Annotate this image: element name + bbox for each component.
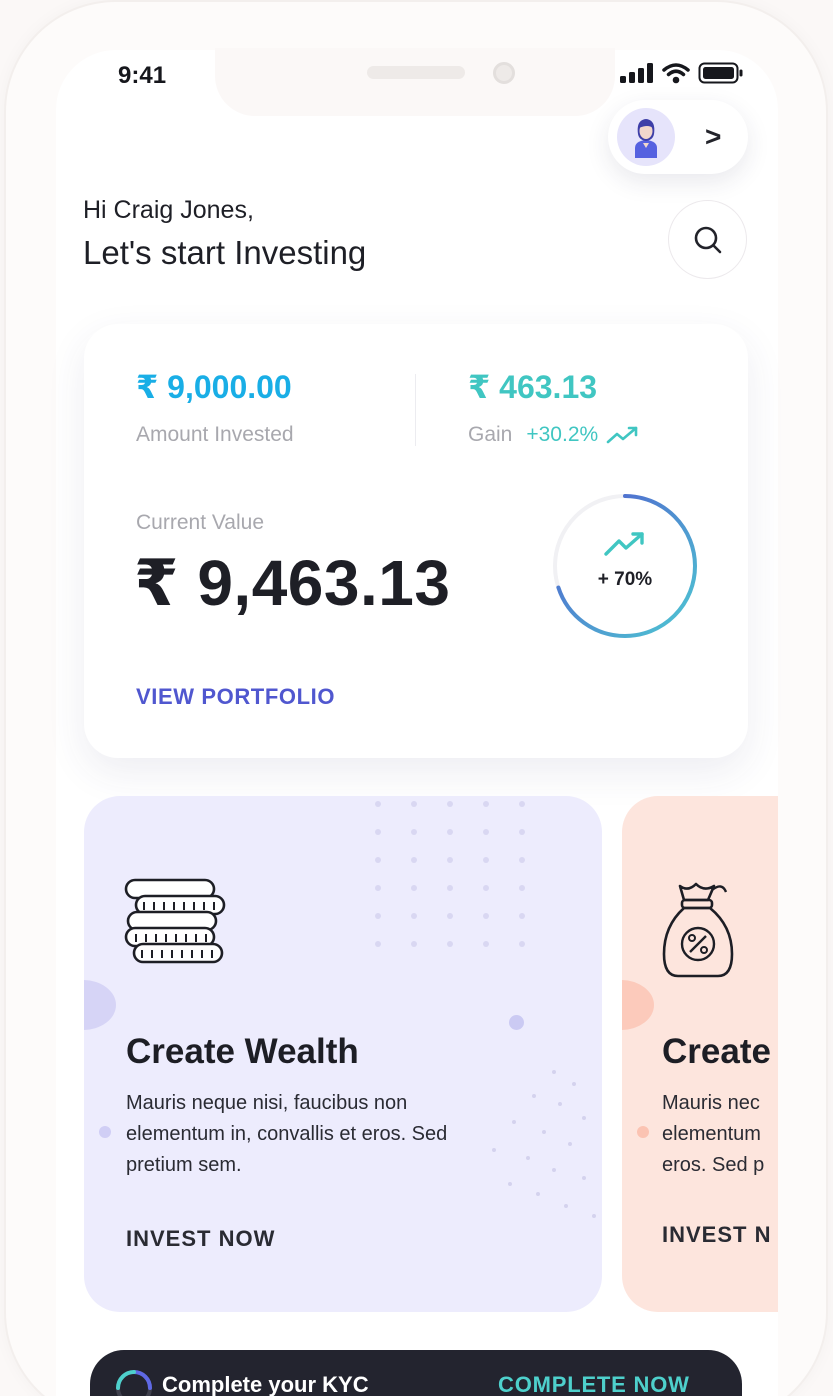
- progress-ring-icon: [116, 1370, 152, 1396]
- search-button[interactable]: [668, 200, 747, 279]
- status-icons: [620, 62, 744, 84]
- portfolio-card: ₹ 9,000.00 Amount Invested ₹ 463.13 Gain…: [84, 324, 748, 758]
- decor-dot: [637, 1126, 649, 1138]
- trend-up-icon: [604, 532, 644, 556]
- gain-row: Gain +30.2%: [468, 423, 640, 447]
- gain-label: Gain: [468, 423, 513, 446]
- current-value-label: Current Value: [136, 511, 265, 534]
- gain-value: ₹ 463.13: [468, 369, 598, 405]
- coins-stack-icon: [124, 878, 226, 964]
- promo-description-line: Mauris nec: [662, 1092, 760, 1114]
- view-portfolio-link[interactable]: VIEW PORTFOLIO: [136, 684, 335, 710]
- decor-dot: [99, 1126, 111, 1138]
- decor-circle: [622, 980, 654, 1030]
- user-avatar-icon: [617, 108, 675, 166]
- invest-now-button[interactable]: INVEST N: [662, 1222, 771, 1248]
- promo-description-line: elementum: [662, 1123, 761, 1145]
- amount-invested-label: Amount Invested: [136, 423, 294, 446]
- front-camera: [493, 62, 515, 84]
- stat-divider: [415, 374, 416, 446]
- complete-now-button[interactable]: COMPLETE NOW: [498, 1372, 690, 1396]
- growth-ring: + 70%: [552, 493, 698, 639]
- current-value: ₹ 9,463.13: [134, 547, 451, 619]
- kyc-text: Complete your KYC: [162, 1372, 369, 1396]
- decor-dot: [509, 1015, 524, 1030]
- promo-description: Mauris neque nisi, faucibus non elementu…: [126, 1092, 448, 1176]
- page-headline: Let's start Investing: [83, 234, 367, 271]
- promo-description: Mauris nec elementum eros. Sed p: [662, 1088, 778, 1181]
- amount-invested-value: ₹ 9,000.00: [136, 369, 292, 405]
- speaker-grille: [367, 66, 465, 79]
- promo-title: Create Wealth: [126, 1032, 359, 1071]
- signal-icon: [620, 63, 653, 83]
- status-time: 9:41: [118, 62, 167, 89]
- battery-icon: [698, 62, 743, 84]
- ring-percent: + 70%: [597, 569, 653, 590]
- gain-percent: +30.2%: [526, 423, 599, 446]
- search-icon: [694, 226, 721, 253]
- wifi-icon: [662, 63, 690, 84]
- chevron-right-icon: >: [705, 121, 722, 152]
- money-bag-percent-icon: [662, 882, 734, 978]
- promo-card-create-peach[interactable]: Create Mauris nec elementum eros. Sed p …: [622, 796, 778, 1312]
- phone-notch: [215, 48, 615, 116]
- dot-pattern: [375, 801, 525, 947]
- greeting-text: Hi Craig Jones,: [83, 196, 254, 224]
- promo-title: Create: [662, 1032, 771, 1071]
- invest-now-button[interactable]: INVEST NOW: [126, 1226, 275, 1252]
- promo-description-line: eros. Sed p: [662, 1154, 765, 1176]
- decor-circle: [84, 980, 116, 1030]
- kyc-banner[interactable]: Complete your KYC COMPLETE NOW: [90, 1350, 742, 1396]
- dot-pattern-diagonal: [492, 1070, 596, 1218]
- promo-card-create-wealth[interactable]: Create Wealth Mauris neque nisi, faucibu…: [84, 796, 602, 1312]
- profile-button[interactable]: >: [608, 100, 748, 174]
- trend-up-icon: [606, 426, 638, 444]
